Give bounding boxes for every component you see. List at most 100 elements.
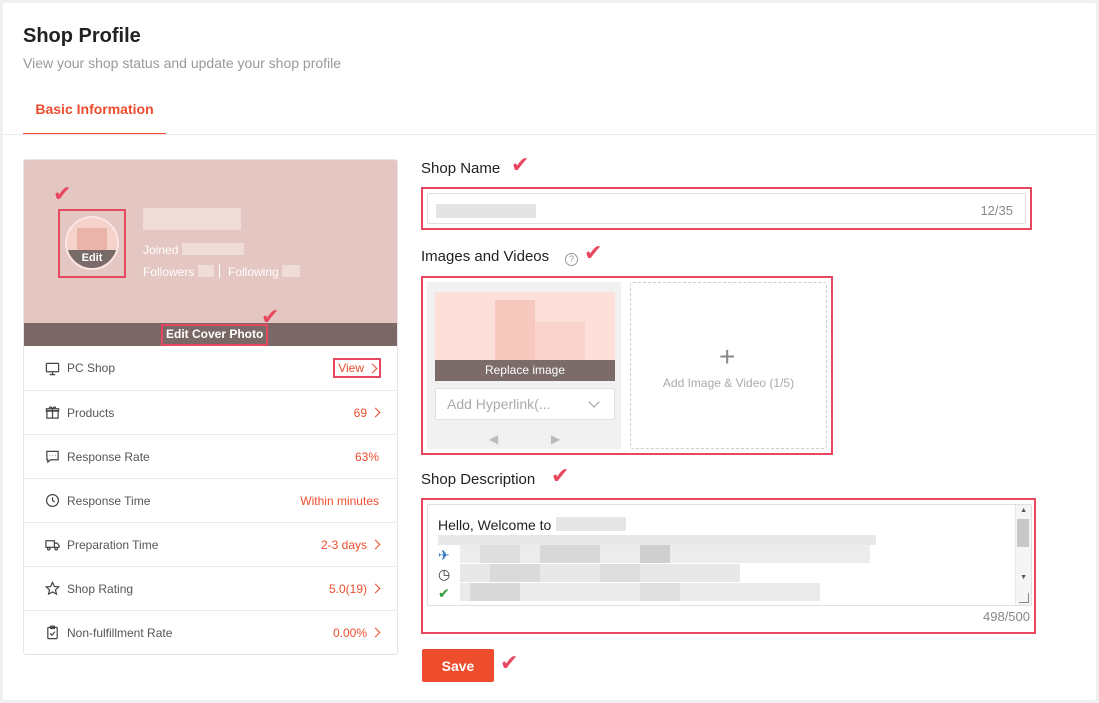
stat-value: View [338, 361, 364, 375]
joined-date-redacted [182, 243, 244, 255]
hyperlink-select[interactable]: Add Hyperlink(... [435, 388, 615, 420]
stat-value: 2-3 days [320, 537, 367, 552]
stat-label: Shop Rating [67, 581, 134, 596]
shop-name-redacted [143, 208, 241, 230]
description-redacted-row [460, 564, 740, 582]
scroll-up-icon[interactable]: ▲ [1020, 507, 1027, 514]
scroll-down-icon[interactable]: ▼ [1020, 574, 1027, 581]
chevron-right-icon [370, 407, 381, 418]
scrollbar[interactable]: ▲ ▼ [1015, 505, 1031, 605]
description-redacted [556, 517, 626, 531]
shop-description-textarea[interactable]: Hello, Welcome to ✈ ◷ ✔ ▲ ▼ [427, 504, 1032, 606]
add-media-label: Add Image & Video (1/5) [662, 376, 795, 390]
stat-value: 69 [353, 405, 367, 420]
annotation-check-icon: ✔ [261, 304, 280, 329]
description-redacted-line [438, 535, 876, 545]
shop-description-label: Shop Description [421, 471, 536, 488]
stat-label: Response Time [67, 493, 151, 508]
resize-grip-icon[interactable] [1019, 593, 1029, 603]
stat-value: 5.0(19) [328, 581, 367, 596]
checkmark-icon: ✔ [438, 585, 450, 601]
scroll-thumb[interactable] [1017, 519, 1029, 547]
clock-icon: ◷ [438, 566, 451, 582]
stat-label: Preparation Time [67, 537, 159, 552]
shop-name-input[interactable]: 12/35 [427, 193, 1026, 224]
chevron-right-icon [370, 583, 381, 594]
shop-preview-card: Edit Cover Photo Edit Joined Followers F… [23, 159, 398, 655]
main-card: Shop Profile View your shop status and u… [3, 3, 1096, 700]
save-button[interactable]: Save [422, 649, 494, 682]
stat-row-shop-rating[interactable]: Shop Rating 5.0(19) [24, 566, 397, 610]
airplane-icon: ✈ [438, 547, 450, 563]
clipboard-icon [44, 625, 60, 641]
stat-value-link[interactable]: 69 [353, 405, 381, 420]
media-highlight: Replace image Add Hyperlink(... ◀ ▶ + Ad… [421, 276, 833, 455]
media-item: Replace image Add Hyperlink(... ◀ ▶ [427, 282, 621, 449]
edit-cover-photo-button[interactable]: Edit Cover Photo [160, 324, 269, 346]
stat-label: Products [67, 405, 115, 420]
chat-icon [44, 449, 60, 465]
stat-row-non-fulfillment-rate[interactable]: Non-fulfillment Rate 0.00% [24, 610, 397, 654]
shop-name-field-highlight: 12/35 [421, 187, 1032, 230]
followers-count-redacted [198, 265, 214, 277]
stats-separator [219, 264, 220, 278]
description-char-count: 498/500 [983, 609, 1030, 624]
avatar[interactable]: Edit [65, 216, 119, 270]
annotation-check-icon: ✔ [511, 152, 530, 177]
description-highlight: Hello, Welcome to ✈ ◷ ✔ ▲ ▼ 498/500 [421, 498, 1036, 634]
tab-divider [3, 134, 1096, 135]
chevron-right-icon [370, 539, 381, 550]
stat-value: Within minutes [300, 493, 379, 508]
stat-value-link[interactable]: 0.00% [332, 625, 381, 640]
chevron-right-icon [367, 363, 378, 373]
stat-row-preparation-time[interactable]: Preparation Time 2-3 days [24, 522, 397, 566]
arrow-right-icon[interactable]: ▶ [551, 432, 560, 446]
followers-label: Followers [143, 265, 195, 279]
avatar-edit-button[interactable]: Edit [67, 250, 117, 268]
annotation-check-icon: ✔ [53, 181, 72, 206]
plus-icon: + [719, 341, 736, 372]
description-redacted-row [460, 545, 870, 563]
monitor-icon [44, 360, 60, 376]
stat-row-response-time: Response Time Within minutes [24, 478, 397, 522]
shop-stats-list: PC Shop View Products 69 Response Rate 6… [24, 346, 397, 654]
annotation-check-icon: ✔ [551, 463, 570, 488]
stat-label: Response Rate [67, 449, 150, 464]
page-title: Shop Profile [23, 25, 141, 47]
description-text: Hello, Welcome to [438, 517, 552, 533]
images-videos-label: Images and Videos [421, 248, 550, 265]
following-label: Following [228, 265, 279, 279]
following-count-redacted [282, 265, 300, 277]
add-image-video-button[interactable]: + Add Image & Video (1/5) [630, 282, 827, 449]
tab-basic-information[interactable]: Basic Information [23, 85, 166, 135]
arrow-left-icon[interactable]: ◀ [489, 432, 498, 446]
gift-icon [44, 405, 60, 421]
description-redacted-row [460, 583, 820, 601]
annotation-check-icon: ✔ [500, 650, 519, 675]
clock-icon [44, 493, 60, 509]
replace-image-button[interactable]: Replace image [435, 360, 615, 381]
shop-name-value-redacted [436, 204, 536, 218]
shop-name-char-count: 12/35 [980, 203, 1013, 218]
truck-icon [44, 537, 60, 553]
help-icon[interactable]: ? [565, 253, 578, 266]
stat-row-products[interactable]: Products 69 [24, 390, 397, 434]
stat-label: PC Shop [67, 361, 116, 375]
avatar-highlight: Edit [58, 209, 126, 278]
stat-value-link[interactable]: 2-3 days [320, 537, 381, 552]
star-icon [44, 581, 60, 597]
chevron-right-icon [370, 627, 381, 638]
annotation-check-icon: ✔ [584, 240, 603, 265]
shop-name-label: Shop Name [421, 160, 501, 177]
page-subtitle: View your shop status and update your sh… [23, 55, 342, 71]
avatar-image [77, 228, 107, 252]
stat-row-response-rate: Response Rate 63% [24, 434, 397, 478]
stat-value: 63% [354, 449, 379, 464]
joined-label: Joined [143, 243, 179, 257]
hyperlink-placeholder: Add Hyperlink(... [447, 396, 551, 412]
stat-value-link[interactable]: 5.0(19) [328, 581, 381, 596]
pc-shop-view-link[interactable]: View [333, 358, 381, 378]
stat-label: Non-fulfillment Rate [67, 625, 173, 640]
chevron-down-icon [588, 396, 600, 408]
stat-value: 0.00% [332, 625, 367, 640]
